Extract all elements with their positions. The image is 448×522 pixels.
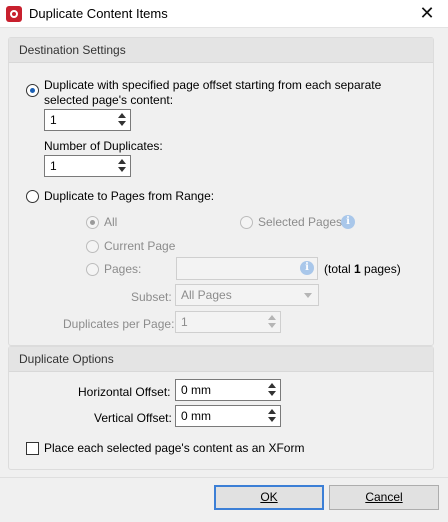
xform-checkbox-label: Place each selected page's content as an… bbox=[44, 441, 305, 455]
vertical-offset-spin-buttons[interactable] bbox=[268, 408, 276, 424]
subset-selected-value: All Pages bbox=[181, 288, 232, 302]
subset-label: Subset: bbox=[131, 290, 172, 304]
duplicates-per-page-stepper[interactable]: 1 bbox=[175, 311, 281, 333]
horizontal-offset-value: 0 mm bbox=[181, 383, 211, 397]
duplicate-options-header: Duplicate Options bbox=[9, 347, 433, 372]
spin-up-icon[interactable] bbox=[268, 409, 276, 414]
ok-button-label: OK bbox=[260, 490, 278, 504]
range-current-page-radio[interactable] bbox=[86, 240, 99, 253]
horizontal-offset-spin-buttons[interactable] bbox=[268, 382, 276, 398]
spin-up-icon[interactable] bbox=[268, 315, 276, 320]
horizontal-offset-label: Horizontal Offset: bbox=[78, 385, 171, 399]
ok-button[interactable]: OK bbox=[214, 485, 324, 510]
spin-up-icon[interactable] bbox=[118, 113, 126, 118]
range-all-radio[interactable] bbox=[86, 216, 99, 229]
range-current-page-label: Current Page bbox=[104, 239, 176, 253]
num-duplicates-spin-buttons[interactable] bbox=[118, 158, 126, 174]
spin-up-icon[interactable] bbox=[268, 383, 276, 388]
horizontal-offset-stepper[interactable]: 0 mm bbox=[175, 379, 281, 401]
pages-range-info-icon[interactable]: i bbox=[300, 261, 314, 275]
spin-down-icon[interactable] bbox=[268, 417, 276, 422]
selected-pages-info-icon[interactable]: i bbox=[341, 215, 355, 229]
spin-up-icon[interactable] bbox=[118, 159, 126, 164]
pages-range-input[interactable]: i bbox=[176, 257, 318, 280]
vertical-offset-stepper[interactable]: 0 mm bbox=[175, 405, 281, 427]
spin-down-icon[interactable] bbox=[268, 391, 276, 396]
cancel-button-label: Cancel bbox=[365, 490, 403, 504]
duplicate-options-title: Duplicate Options bbox=[19, 352, 114, 366]
num-duplicates-label: Number of Duplicates: bbox=[44, 139, 163, 153]
range-pages-radio[interactable] bbox=[86, 263, 99, 276]
range-selected-pages-radio[interactable] bbox=[240, 216, 253, 229]
offset-option-radio[interactable] bbox=[26, 84, 39, 97]
range-option-label: Duplicate to Pages from Range: bbox=[44, 189, 215, 203]
duplicates-per-page-label: Duplicates per Page: bbox=[63, 317, 175, 331]
total-pages-text: (total 1 pages) bbox=[324, 262, 401, 276]
subset-select[interactable]: All Pages bbox=[175, 284, 319, 306]
duplicates-per-page-spin-buttons[interactable] bbox=[268, 314, 276, 330]
total-pages-count: 1 bbox=[354, 262, 361, 276]
range-option-radio[interactable] bbox=[26, 190, 39, 203]
destination-settings-title: Destination Settings bbox=[19, 43, 126, 57]
duplicates-per-page-value: 1 bbox=[181, 315, 188, 329]
title-bar: Duplicate Content Items ✕ bbox=[0, 0, 448, 28]
range-all-label: All bbox=[104, 215, 118, 229]
vertical-offset-value: 0 mm bbox=[181, 409, 211, 423]
total-pages-prefix: (total bbox=[324, 262, 355, 276]
range-pages-label: Pages: bbox=[104, 262, 142, 276]
xform-checkbox[interactable] bbox=[26, 442, 39, 455]
num-duplicates-value: 1 bbox=[50, 159, 57, 173]
spin-down-icon[interactable] bbox=[118, 121, 126, 126]
window-title: Duplicate Content Items bbox=[29, 6, 168, 21]
app-logo-icon bbox=[6, 6, 22, 22]
cancel-button[interactable]: Cancel bbox=[329, 485, 439, 510]
page-offset-stepper[interactable]: 1 bbox=[44, 109, 131, 131]
offset-option-label-line2: selected page's content: bbox=[44, 93, 174, 107]
num-duplicates-stepper[interactable]: 1 bbox=[44, 155, 131, 177]
range-selected-pages-label: Selected Pages bbox=[258, 215, 343, 229]
total-pages-suffix: pages) bbox=[360, 262, 401, 276]
spin-down-icon[interactable] bbox=[268, 323, 276, 328]
offset-option-label-line1: Duplicate with specified page offset sta… bbox=[44, 78, 382, 92]
vertical-offset-label: Vertical Offset: bbox=[94, 411, 172, 425]
destination-settings-header: Destination Settings bbox=[9, 38, 433, 63]
page-offset-spin-buttons[interactable] bbox=[118, 112, 126, 128]
page-offset-value: 1 bbox=[50, 113, 57, 127]
spin-down-icon[interactable] bbox=[118, 167, 126, 172]
chevron-down-icon[interactable] bbox=[304, 293, 312, 298]
close-icon[interactable]: ✕ bbox=[413, 2, 441, 24]
